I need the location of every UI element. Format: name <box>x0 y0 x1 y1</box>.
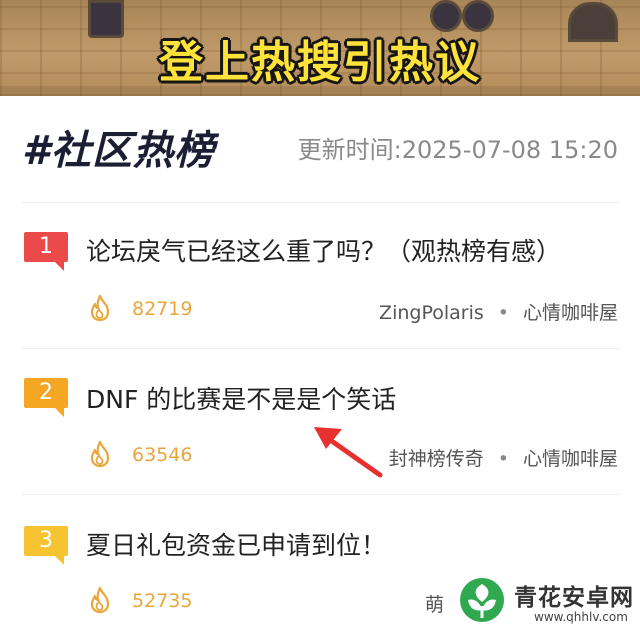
post-title[interactable]: 论坛戾气已经这么重了吗？（观热榜有感） <box>86 232 561 268</box>
watermark-name: 青花安卓网 <box>514 585 634 611</box>
post-meta: 封神榜传奇 • 心情咖啡屋 <box>389 444 618 471</box>
heat-count: 63546 <box>132 444 193 466</box>
flame-icon <box>90 440 110 468</box>
rank-badge: 1 <box>24 232 68 271</box>
banner-image: 登上热搜引热议 <box>0 0 640 96</box>
heat-count: 52735 <box>132 590 193 612</box>
annotation-arrow-icon <box>314 427 383 478</box>
banner-title: 登上热搜引热议 <box>159 37 481 88</box>
rank-badge: 2 <box>24 378 68 417</box>
board-title: #社区热榜 <box>22 128 215 174</box>
author-name[interactable]: 封神榜传奇 <box>389 448 484 470</box>
hot-list-item-1[interactable]: 1 论坛戾气已经这么重了吗？（观热榜有感） 82719 ZingPolaris •… <box>0 202 640 348</box>
rank-badge: 3 <box>24 526 68 565</box>
post-title[interactable]: DNF 的比赛是不是是个笑话 <box>86 380 396 416</box>
watermark-url: www.qhhlv.com <box>534 610 628 624</box>
separator-dot: • <box>497 448 509 470</box>
author-name[interactable]: 萌 <box>425 594 444 616</box>
flame-icon <box>90 586 110 614</box>
separator-dot: • <box>497 302 509 324</box>
post-title[interactable]: 夏日礼包资金已申请到位！ <box>86 526 386 562</box>
forum-name[interactable]: 心情咖啡屋 <box>523 302 618 324</box>
update-time: 更新时间:2025-07-08 15:20 <box>297 136 618 164</box>
post-meta: ZingPolaris • 心情咖啡屋 <box>379 298 618 325</box>
site-watermark: 青花安卓网 www.qhhlv.com <box>452 572 640 634</box>
post-meta: 萌 <box>425 590 444 617</box>
heat-count: 82719 <box>132 298 193 320</box>
forum-name[interactable]: 心情咖啡屋 <box>523 448 618 470</box>
watermark-logo-icon <box>460 578 504 622</box>
author-name[interactable]: ZingPolaris <box>379 302 484 324</box>
flame-icon <box>90 294 110 322</box>
